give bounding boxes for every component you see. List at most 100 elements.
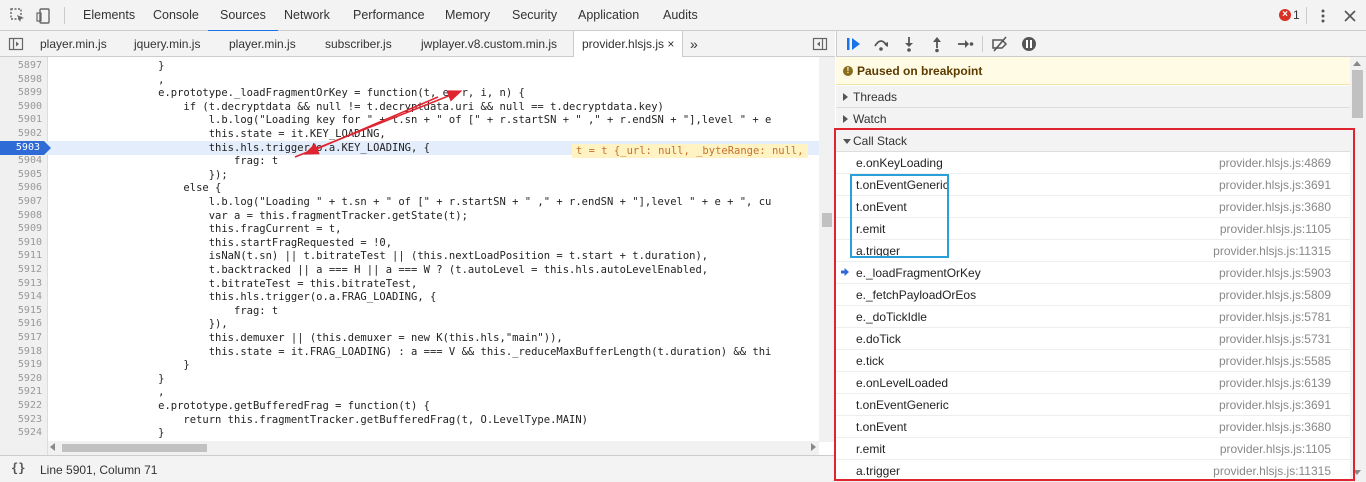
code-line[interactable]: 5914 this.hls.trigger(o.a.FRAG_LOADING, … [0,290,820,304]
file-tab[interactable]: jwplayer.v8.custom.min.js [421,31,557,57]
line-number[interactable]: 5901 [0,113,42,127]
pause-on-exceptions-icon[interactable] [1020,35,1038,53]
resume-icon[interactable] [845,35,863,53]
step-icon[interactable] [956,35,974,53]
error-count[interactable]: 1 [1293,8,1300,22]
step-into-icon[interactable] [900,35,918,53]
file-tab[interactable]: player.min.js [40,31,107,57]
editor-vertical-scrollbar[interactable] [819,57,835,442]
line-number[interactable]: 5915 [0,304,42,318]
line-number[interactable]: 5910 [0,236,42,250]
code-line[interactable]: 5905 }); [0,168,820,182]
section-title: Watch [853,112,887,126]
pretty-print-icon[interactable]: {} [11,461,25,475]
line-number[interactable]: 5905 [0,168,42,182]
code-editor[interactable]: 5897 } 5898 , 5899 e.prototype._loadFragme… [0,57,835,455]
threads-section-header[interactable]: Threads [836,86,1350,108]
code-line[interactable]: 5917 this.demuxer || (this.demuxer = new… [0,331,820,345]
line-number[interactable]: 5918 [0,345,42,359]
scroll-left-icon[interactable] [50,443,55,451]
code-text: , [57,73,165,86]
file-tab-active[interactable]: provider.hlsjs.js × [573,31,684,58]
editor-status-bar: {} Line 5901, Column 71 [0,455,835,482]
code-line[interactable]: 5920 } [0,372,820,386]
code-line[interactable]: 5921 , [0,385,820,399]
code-line[interactable]: 5911 isNaN(t.sn) || t.bitrateTest || (th… [0,249,820,263]
more-tabs-icon[interactable]: » [690,31,698,57]
line-number[interactable]: 5902 [0,127,42,141]
line-number[interactable]: 5912 [0,263,42,277]
tab-elements[interactable]: Elements [83,0,135,31]
file-tab[interactable]: player.min.js [229,31,296,57]
line-number[interactable]: 5921 [0,385,42,399]
line-number[interactable]: 5911 [0,249,42,263]
tab-security[interactable]: Security [512,0,557,31]
code-line[interactable]: 5912 t.backtracked || a === H || a === W… [0,263,820,277]
line-number[interactable]: 5907 [0,195,42,209]
line-number[interactable]: 5923 [0,413,42,427]
deactivate-breakpoints-icon[interactable] [991,35,1009,53]
tab-audits[interactable]: Audits [663,0,698,31]
tab-network[interactable]: Network [284,0,330,31]
sidebar-scroll-thumb[interactable] [1352,70,1363,118]
file-tab[interactable]: subscriber.js [325,31,392,57]
toggle-navigator-icon[interactable] [8,36,24,52]
tab-application[interactable]: Application [578,0,639,31]
editor-scroll-thumb[interactable] [822,213,832,227]
line-number[interactable]: 5898 [0,73,42,87]
line-number[interactable]: 5920 [0,372,42,386]
line-number[interactable]: 5909 [0,222,42,236]
error-icon[interactable]: × [1279,9,1291,21]
code-line[interactable]: 5919 } [0,358,820,372]
scroll-right-icon[interactable] [811,443,816,451]
code-line[interactable]: 5899 e.prototype._loadFragmentOrKey = fu… [0,86,820,100]
code-line[interactable]: 5910 this.startFragRequested = !0, [0,236,820,250]
line-number[interactable]: 5922 [0,399,42,413]
inspect-element-icon[interactable] [9,7,27,25]
device-toolbar-icon[interactable] [35,7,53,25]
line-number[interactable]: 5904 [0,154,42,168]
code-line[interactable]: 5913 t.bitrateTest = this.bitrateTest, [0,277,820,291]
code-line[interactable]: 5909 this.fragCurrent = t, [0,222,820,236]
line-number[interactable]: 5916 [0,317,42,331]
scroll-up-icon[interactable] [1353,61,1361,66]
more-options-icon[interactable] [1314,7,1332,25]
code-line[interactable]: 5897 } [0,59,820,73]
line-number[interactable]: 5903 [0,140,51,155]
code-line[interactable]: 5907 l.b.log("Loading " + t.sn + " of ["… [0,195,820,209]
close-icon[interactable] [1341,7,1359,25]
code-line[interactable]: 5924 } [0,426,820,440]
watch-section-header[interactable]: Watch [836,108,1350,130]
code-line[interactable]: 5900 if (t.decryptdata && null != t.decr… [0,100,820,114]
tab-console[interactable]: Console [153,0,199,31]
tab-sources[interactable]: Sources [208,0,278,32]
step-out-icon[interactable] [928,35,946,53]
tab-memory[interactable]: Memory [445,0,490,31]
line-number[interactable]: 5899 [0,86,42,100]
line-number[interactable]: 5908 [0,209,42,223]
line-number[interactable]: 5914 [0,290,42,304]
code-line[interactable]: 5898 , [0,73,820,87]
editor-horizontal-thumb[interactable] [62,444,207,452]
code-text: frag: t [57,304,279,317]
line-number[interactable]: 5919 [0,358,42,372]
code-line[interactable]: 5901 l.b.log("Loading key for " + t.sn +… [0,113,820,127]
code-line[interactable]: 5918 this.state = it.FRAG_LOADING) : a =… [0,345,820,359]
line-number[interactable]: 5924 [0,426,42,440]
tab-performance[interactable]: Performance [353,0,425,31]
code-line[interactable]: 5902 this.state = it.KEY_LOADING, [0,127,820,141]
line-number[interactable]: 5900 [0,100,42,114]
code-line[interactable]: 5922 e.prototype.getBufferedFrag = funct… [0,399,820,413]
line-number[interactable]: 5897 [0,59,42,73]
code-line[interactable]: 5923 return this.fragmentTracker.getBuff… [0,413,820,427]
line-number[interactable]: 5906 [0,181,42,195]
line-number[interactable]: 5917 [0,331,42,345]
toggle-debugger-icon[interactable] [812,36,828,52]
code-line[interactable]: 5916 }), [0,317,820,331]
file-tab[interactable]: jquery.min.js [134,31,200,57]
step-over-icon[interactable] [872,35,890,53]
line-number[interactable]: 5913 [0,277,42,291]
code-line[interactable]: 5908 var a = this.fragmentTracker.getSta… [0,209,820,223]
code-line[interactable]: 5915 frag: t [0,304,820,318]
code-line[interactable]: 5906 else { [0,181,820,195]
